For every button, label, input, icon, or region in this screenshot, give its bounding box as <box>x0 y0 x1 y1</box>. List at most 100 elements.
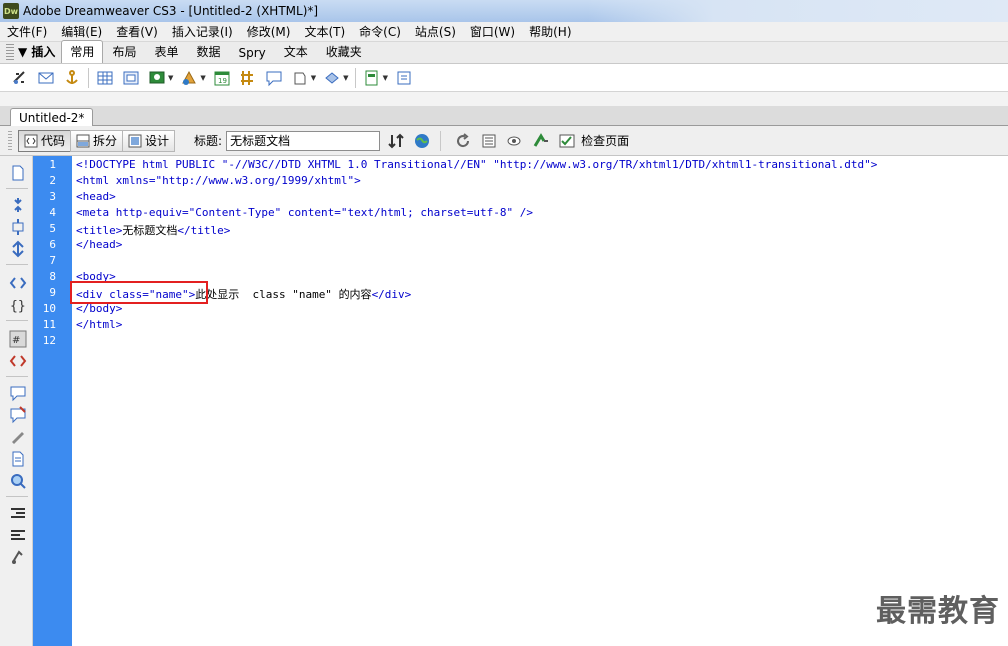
watermark: 最需教育 <box>876 594 1000 629</box>
expand-all-icon[interactable] <box>9 240 27 258</box>
refresh-icon[interactable] <box>453 131 473 151</box>
document-tab-strip: Untitled-2* <box>0 106 1008 127</box>
title-bar-obscured-area <box>588 0 1008 22</box>
hyperlink-icon[interactable] <box>10 68 30 88</box>
tab-layout[interactable]: 布局 <box>103 40 145 63</box>
line-numbers-icon[interactable]: # <box>9 330 27 348</box>
menu-commands[interactable]: 命令(C) <box>352 23 408 40</box>
design-view-icon <box>128 134 142 147</box>
media-icon[interactable] <box>179 68 199 88</box>
date-icon[interactable]: 19 <box>212 68 232 88</box>
comment-icon[interactable] <box>264 68 284 88</box>
line-number-gutter: 1 2 3 4 5 6 7 8 9 10 11 12 <box>33 156 72 646</box>
line-number: 7 <box>49 254 56 267</box>
svg-text:#: # <box>12 335 20 346</box>
code-text: </head> <box>76 238 123 251</box>
visual-aids-icon[interactable] <box>505 131 525 151</box>
check-page-label[interactable]: 检查页面 <box>581 132 629 149</box>
validate-markup-icon[interactable] <box>531 131 551 151</box>
layer-div-icon[interactable] <box>121 68 141 88</box>
open-documents-icon[interactable] <box>9 164 27 182</box>
code-view-button[interactable]: 代码 <box>18 129 72 152</box>
search-icon[interactable] <box>9 472 27 490</box>
templates-icon[interactable] <box>362 68 382 88</box>
tab-spry[interactable]: Spry <box>229 43 274 63</box>
server-side-include-icon[interactable] <box>238 68 258 88</box>
line-number: 8 <box>49 270 56 283</box>
select-parent-tag-icon[interactable] <box>9 274 27 292</box>
apply-comment-icon[interactable] <box>9 384 27 402</box>
code-cjk-text: 的内容 <box>338 288 372 301</box>
svg-text:{}: {} <box>10 299 26 314</box>
line-number: 5 <box>49 222 56 235</box>
collapse-selection-icon[interactable] <box>9 218 27 236</box>
balance-braces-icon[interactable]: {} <box>9 296 27 314</box>
document-tab[interactable]: Untitled-2* <box>10 108 94 127</box>
menu-window[interactable]: 窗口(W) <box>463 23 522 40</box>
menu-modify[interactable]: 修改(M) <box>240 23 298 40</box>
script-icon[interactable] <box>322 68 342 88</box>
design-view-button[interactable]: 设计 <box>122 129 176 152</box>
head-tags-icon[interactable] <box>290 68 310 88</box>
named-anchor-icon[interactable] <box>62 68 82 88</box>
code-line: <head> <box>76 190 116 203</box>
tab-text[interactable]: 文本 <box>275 40 317 63</box>
tab-forms[interactable]: 表单 <box>145 40 187 63</box>
highlight-invalid-code-icon[interactable] <box>9 352 27 370</box>
title-bar: Dw Adobe Dreamweaver CS3 - [Untitled-2 (… <box>0 0 1008 22</box>
line-number: 11 <box>42 318 56 331</box>
insert-panel-title[interactable]: ▼ 插入 <box>16 43 61 63</box>
table-icon[interactable] <box>95 68 115 88</box>
chevron-down-icon[interactable]: ▼ <box>343 74 348 82</box>
toolbar-separator <box>6 496 28 497</box>
code-line: <!DOCTYPE html PUBLIC "-//W3C//DTD XHTML… <box>76 158 877 171</box>
chevron-down-icon[interactable]: ▼ <box>383 74 388 82</box>
split-view-button[interactable]: 拆分 <box>70 129 124 152</box>
page-title-input[interactable] <box>226 130 381 151</box>
tab-data[interactable]: 数据 <box>187 40 229 63</box>
image-icon[interactable] <box>147 68 167 88</box>
preview-in-browser-icon[interactable] <box>412 131 432 151</box>
recent-snippets-icon[interactable] <box>9 450 27 468</box>
toolbar-separator <box>440 130 442 151</box>
code-line: <title>无标题文档</title> <box>76 222 230 238</box>
toolbar-separator <box>354 67 356 88</box>
view-options-icon[interactable] <box>479 131 499 151</box>
tag-chooser-icon[interactable] <box>394 68 414 88</box>
panel-grip[interactable] <box>6 44 14 60</box>
menu-view[interactable]: 查看(V) <box>109 23 165 40</box>
highlight-annotation-box <box>70 281 208 304</box>
check-page-icon[interactable] <box>557 131 577 151</box>
indent-code-icon[interactable] <box>9 504 27 522</box>
code-text: </title> <box>177 224 231 237</box>
code-editor[interactable]: <!DOCTYPE html PUBLIC "-//W3C//DTD XHTML… <box>72 156 1008 646</box>
chevron-down-icon[interactable]: ▼ <box>311 74 316 82</box>
format-source-code-icon[interactable] <box>9 548 27 566</box>
remove-comment-icon[interactable] <box>9 406 27 424</box>
collapse-full-tag-icon[interactable] <box>9 196 27 214</box>
menu-help[interactable]: 帮助(H) <box>522 23 578 40</box>
email-link-icon[interactable] <box>36 68 56 88</box>
chevron-down-icon[interactable]: ▼ <box>168 74 173 82</box>
menu-edit[interactable]: 编辑(E) <box>54 23 109 40</box>
window-title: Adobe Dreamweaver CS3 - [Untitled-2 (XHT… <box>23 4 319 18</box>
code-line: <html xmlns="http://www.w3.org/1999/xhtm… <box>76 174 361 187</box>
toolbar-gap <box>0 92 1008 106</box>
code-text: <!DOCTYPE html PUBLIC "-//W3C//DTD XHTML… <box>76 158 878 171</box>
code-text: </div> <box>371 288 412 301</box>
outdent-code-icon[interactable] <box>9 526 27 544</box>
wrap-tag-icon[interactable] <box>9 428 27 446</box>
menu-file[interactable]: 文件(F) <box>0 23 54 40</box>
code-text: <meta http-equiv="Content-Type" content=… <box>76 206 533 219</box>
toolbar-grip[interactable] <box>8 130 12 151</box>
chevron-down-icon[interactable]: ▼ <box>200 74 205 82</box>
code-line: <meta http-equiv="Content-Type" content=… <box>76 206 533 219</box>
tab-favorites[interactable]: 收藏夹 <box>317 40 371 63</box>
menu-site[interactable]: 站点(S) <box>408 23 463 40</box>
tab-common[interactable]: 常用 <box>61 40 104 63</box>
file-management-icon[interactable] <box>386 131 406 151</box>
menu-text[interactable]: 文本(T) <box>297 23 352 40</box>
toolbar-separator <box>6 376 28 377</box>
menu-insert-record[interactable]: 插入记录(I) <box>165 23 240 40</box>
line-number: 1 <box>49 158 56 171</box>
